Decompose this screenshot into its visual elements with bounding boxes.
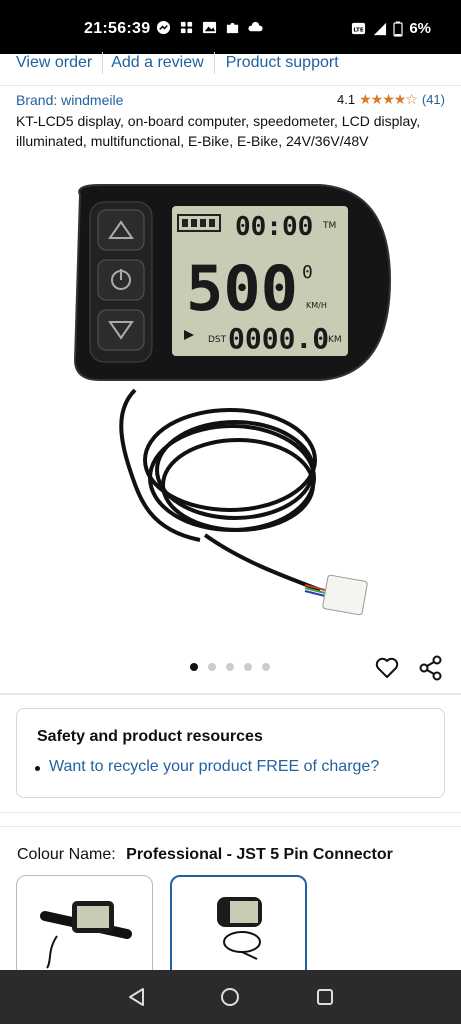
colour-value: Professional - JST 5 Pin Connector [126, 846, 393, 863]
lcd-distance: 0000.0 [228, 322, 329, 355]
status-notification-icons [156, 20, 263, 35]
lcd-time: 00:00 [235, 212, 313, 242]
star-rating-icon: ★★★★☆ [359, 91, 418, 107]
home-icon[interactable] [219, 986, 241, 1008]
recycle-link-text: Want to recycle your product FREE of cha… [49, 758, 380, 775]
carousel-dot[interactable] [190, 663, 198, 671]
lcd-speed-small: 0 [302, 262, 313, 283]
product-image[interactable]: 00:00 TM 500 0 KM/H DST 0000.0 KM [60, 180, 400, 630]
image-carousel-dots [190, 663, 270, 671]
lcd-speed-unit: KM/H [306, 301, 327, 310]
status-bar: 21:56:39 LTE 6% [0, 0, 461, 54]
colour-label: Colour Name: [17, 846, 116, 863]
divider [0, 85, 461, 86]
add-review-link[interactable]: Add a review [103, 52, 215, 74]
cable-illustration [119, 388, 321, 592]
back-icon[interactable] [126, 986, 148, 1008]
status-right: LTE 6% [351, 20, 431, 37]
grid-app-icon [180, 21, 193, 34]
share-icon[interactable] [418, 655, 444, 681]
product-quick-links: View order Add a review Product support [0, 48, 461, 78]
lcd-distance-unit: KM [328, 335, 342, 345]
rating-summary[interactable]: 4.1 ★★★★☆ (41) [337, 91, 445, 108]
system-nav-bar [0, 970, 461, 1024]
heart-icon[interactable] [374, 655, 400, 681]
gallery-icon [202, 21, 217, 34]
lcd-speed: 500 [186, 252, 298, 325]
divider [0, 812, 461, 813]
variant-swatch-selected[interactable] [170, 875, 307, 985]
brand-link[interactable]: Brand: windmeile [16, 92, 123, 108]
jst-connector [304, 574, 368, 616]
lcd-distance-label: DST [208, 335, 227, 345]
divider [0, 693, 461, 695]
view-order-link[interactable]: View order [0, 52, 104, 74]
signal-icon [374, 22, 387, 36]
puzzle-icon [226, 22, 239, 34]
volte-icon: LTE [352, 22, 366, 35]
variant-thumbnail [217, 897, 262, 960]
rating-count: (41) [421, 92, 445, 107]
safety-resources-card: Safety and product resources Want to rec… [16, 708, 445, 798]
status-time: 21:56:39 [84, 20, 151, 37]
variant-thumbnail [40, 901, 132, 969]
product-title: KT-LCD5 display, on-board computer, spee… [16, 113, 421, 149]
carousel-dot[interactable] [226, 663, 234, 671]
divider [0, 826, 461, 827]
carousel-dot[interactable] [262, 663, 270, 671]
cloud-icon [248, 21, 263, 32]
battery-percent: 6% [409, 20, 431, 37]
recycle-link[interactable]: Want to recycle your product FREE of cha… [34, 758, 380, 776]
carousel-dot[interactable] [244, 663, 252, 671]
colour-name-row: Colour Name: Professional - JST 5 Pin Co… [17, 846, 393, 864]
battery-icon [393, 21, 403, 37]
variant-swatch[interactable] [16, 875, 153, 985]
messenger-icon [156, 20, 171, 35]
lcd-time-unit: TM [322, 221, 336, 231]
svg-text:LTE: LTE [354, 27, 364, 33]
carousel-dot[interactable] [208, 663, 216, 671]
recent-apps-icon[interactable] [314, 986, 336, 1008]
product-support-link[interactable]: Product support [215, 52, 349, 74]
rating-value: 4.1 [337, 92, 356, 107]
safety-title: Safety and product resources [37, 728, 263, 745]
